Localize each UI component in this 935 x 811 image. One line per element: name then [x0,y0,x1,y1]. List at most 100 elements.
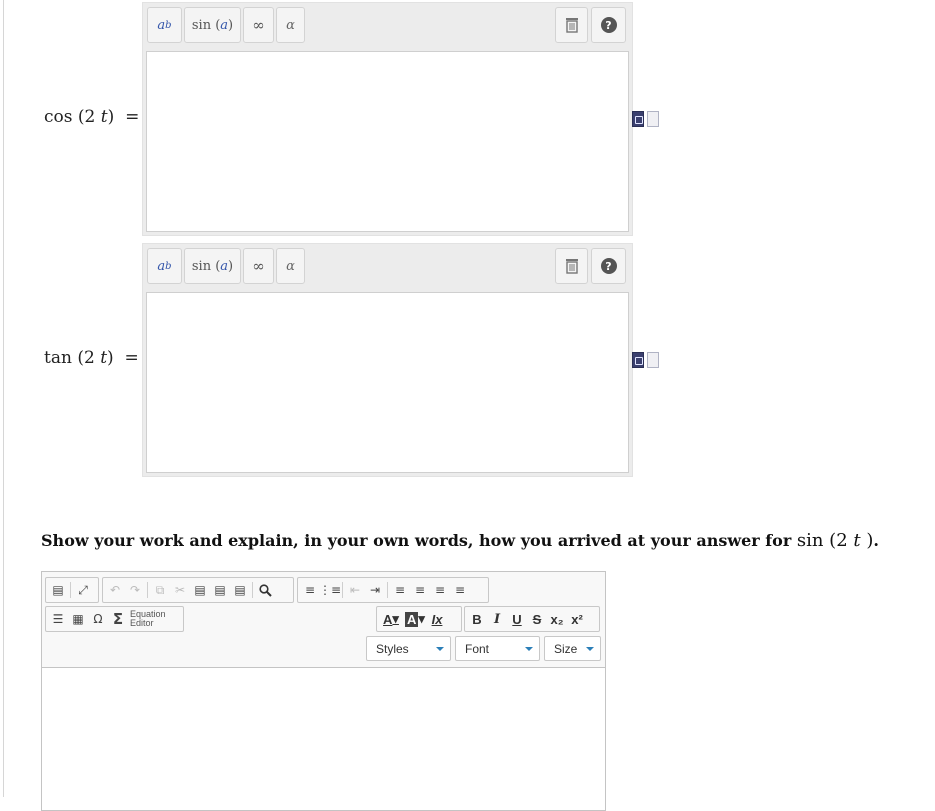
sin-function-button[interactable]: sin (a) [184,248,241,284]
power-base: a [157,258,166,274]
question-period: . [873,531,879,550]
justify-icon[interactable]: ≡ [450,580,470,600]
align-right-icon[interactable]: ≡ [430,580,450,600]
background-color-label: A [405,611,419,627]
italic-button[interactable]: I [487,609,507,629]
argument-number: 2 [83,348,95,368]
infinity-symbol: ∞ [252,257,265,275]
argument-variable: t [100,348,108,368]
toolbar-separator [342,582,343,598]
chevron-down-icon [436,647,444,651]
paste-icon[interactable]: ▤ [190,580,210,600]
infinity-button[interactable]: ∞ [243,248,274,284]
equals-sign: = [125,107,140,127]
question-text: Show your work and explain, in your own … [41,531,792,550]
numbered-list-icon[interactable]: ≡ [300,580,320,600]
text-document-icon[interactable] [647,111,659,127]
power-exponent: b [165,19,172,31]
question-math: sin (2 t ) [796,530,874,551]
cos-equation-label: cos (2 t) = [44,107,140,127]
toolbar-separator [252,582,253,598]
tan-equation-label: tan (2 t) = [44,348,139,368]
text-document-icon[interactable] [647,352,659,368]
trash-icon [565,18,578,33]
page-left-border [3,0,4,797]
power-exponent: b [165,260,172,272]
remove-format-button[interactable]: Ix [427,609,447,629]
chevron-down-icon [525,647,533,651]
answer-side-icons [632,111,659,127]
underline-button[interactable]: U [507,609,527,629]
size-dropdown[interactable]: Size [544,636,601,661]
bulleted-list-icon[interactable]: ⋮≡ [319,580,341,600]
math-answer-editor-cos: ab sin (a) ∞ α ? [142,2,633,236]
power-button[interactable]: ab [147,7,182,43]
work-question-prompt: Show your work and explain, in your own … [41,530,879,551]
math-toolbar: ab sin (a) ∞ α ? [143,3,632,49]
table-icon[interactable]: ▦ [68,609,88,629]
increase-indent-icon[interactable]: ⇥ [365,580,385,600]
background-color-button[interactable]: A ▾ [403,609,427,629]
equation-preview-icon[interactable] [632,111,644,127]
document-tools-group: ▤ ⤢ [45,577,99,603]
infinity-symbol: ∞ [252,16,265,34]
sin-argument: a [220,258,229,274]
redo-icon[interactable]: ↷ [125,580,145,600]
text-format-group: B I U S x₂ x² [464,606,600,632]
chevron-down-icon [586,647,594,651]
save-icon[interactable]: ▤ [48,580,68,600]
undo-icon[interactable]: ↶ [105,580,125,600]
paste-text-icon[interactable]: ▤ [210,580,230,600]
horizontal-rule-icon[interactable]: ☰ [48,609,68,629]
superscript-button[interactable]: x² [567,609,587,629]
bold-button[interactable]: B [467,609,487,629]
toolbar-separator [70,582,71,598]
function-name: cos [44,107,73,127]
size-dropdown-label: Size [554,641,578,656]
function-name: tan [44,348,72,368]
font-dropdown-label: Font [465,641,490,656]
decrease-indent-icon[interactable]: ⇤ [345,580,365,600]
help-button[interactable]: ? [591,7,626,43]
align-center-icon[interactable]: ≡ [410,580,430,600]
cut-icon[interactable]: ✂ [170,580,190,600]
math-input-area[interactable] [146,51,629,232]
clear-trash-button[interactable] [555,248,588,284]
clear-trash-button[interactable] [555,7,588,43]
equation-preview-icon[interactable] [632,352,644,368]
sigma-icon: Σ [112,610,124,628]
alpha-symbol: α [286,17,295,33]
align-left-icon[interactable]: ≡ [390,580,410,600]
math-input-area[interactable] [146,292,629,473]
maximize-icon[interactable]: ⤢ [73,580,93,600]
text-color-label: A [383,611,393,627]
editor-text-area[interactable] [42,668,605,810]
infinity-button[interactable]: ∞ [243,7,274,43]
styles-dropdown[interactable]: Styles [366,636,451,661]
greek-letters-button[interactable]: α [276,7,305,43]
strikethrough-button[interactable]: S [527,609,547,629]
power-button[interactable]: ab [147,248,182,284]
argument-number: 2 [84,107,96,127]
copy-icon[interactable]: ⧉ [150,580,170,600]
greek-letters-button[interactable]: α [276,248,305,284]
sin-function-button[interactable]: sin (a) [184,7,241,43]
answer-side-icons [632,352,659,368]
special-character-button[interactable]: Ω [88,609,108,629]
sin-label: sin [191,17,212,33]
argument-variable: t [853,530,861,551]
power-base: a [157,17,166,33]
font-dropdown[interactable]: Font [455,636,540,661]
edit-tools-group: ↶ ↷ ⧉ ✂ ▤ ▤ ▤ [102,577,294,603]
toolbar-separator [387,582,388,598]
search-icon[interactable] [255,580,275,600]
editor-toolbar: ▤ ⤢ ↶ ↷ ⧉ ✂ ▤ ▤ ▤ ≡ ⋮≡ ⇤ ⇥ ≡ ≡ ≡ ≡ ☰ ▦ Ω… [42,572,605,668]
styles-dropdown-label: Styles [376,641,409,656]
text-color-button[interactable]: A ▾ [379,609,403,629]
help-icon: ? [600,258,617,274]
equals-sign: = [124,348,139,368]
subscript-button[interactable]: x₂ [547,609,567,629]
equation-editor-button[interactable]: Equation Editor [128,610,166,628]
help-button[interactable]: ? [591,248,626,284]
paste-word-icon[interactable]: ▤ [230,580,250,600]
